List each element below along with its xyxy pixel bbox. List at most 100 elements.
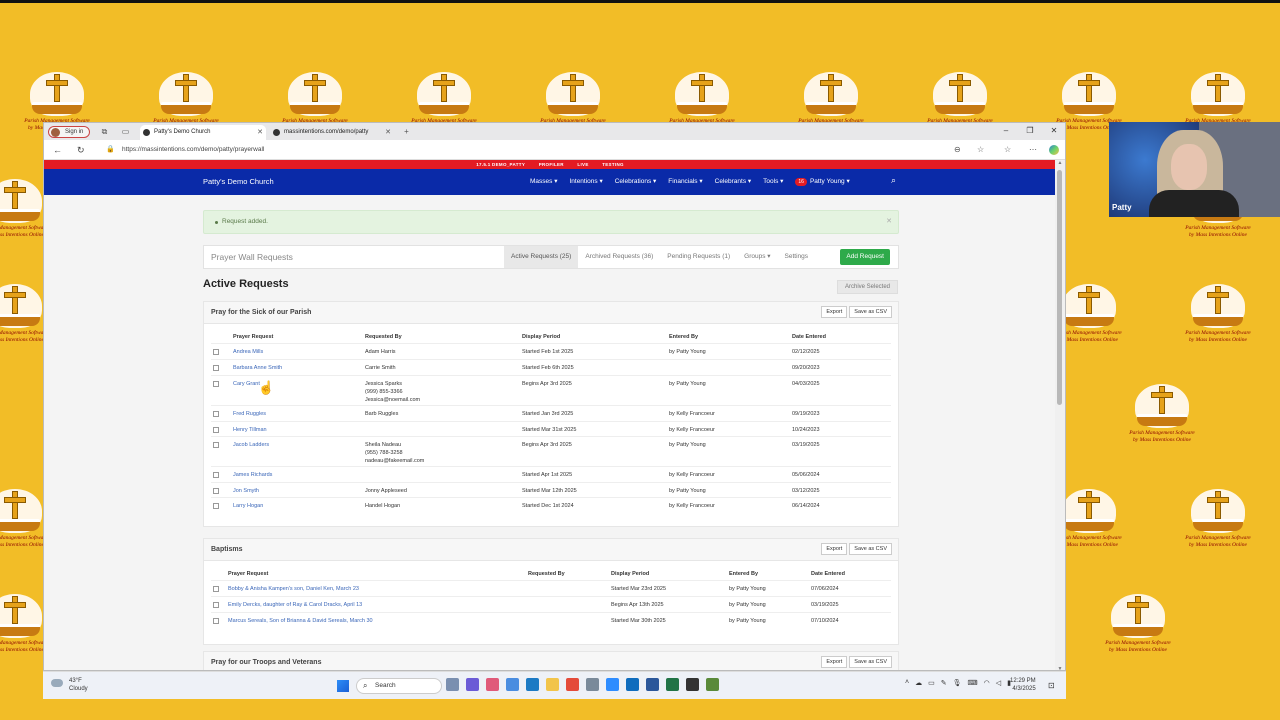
prayer-request-link[interactable]: Cary Grant <box>233 380 260 388</box>
prayer-request-link[interactable]: Jacob Ladders <box>233 441 269 449</box>
minimize-icon[interactable]: – <box>1000 125 1012 137</box>
close-tab-icon[interactable]: ✕ <box>257 125 263 140</box>
notification-icon[interactable]: ⊡ <box>1048 681 1055 690</box>
row-checkbox[interactable] <box>213 427 219 433</box>
clock[interactable]: 12:29 PM 4/3/2025 <box>1010 677 1036 693</box>
refresh-icon[interactable]: ↻ <box>77 145 85 155</box>
weather-widget[interactable]: 43°F Cloudy <box>51 677 88 693</box>
prayer-request-link[interactable]: Jon Smyth <box>233 487 259 495</box>
export-button[interactable]: Export <box>821 543 848 555</box>
tab-groups[interactable]: Groups ▾ <box>737 246 777 268</box>
menu-celebrations[interactable]: Celebrations ▾ <box>615 177 657 186</box>
tab-pending-requests[interactable]: Pending Requests (1) <box>660 246 737 268</box>
copilot-icon[interactable] <box>1049 145 1059 155</box>
file-explorer-icon[interactable] <box>546 678 559 691</box>
new-tab-icon[interactable]: + <box>402 127 411 136</box>
menu-intentions[interactable]: Intentions ▾ <box>569 177 602 186</box>
prayer-request-link[interactable]: Barbara Anne Smith <box>233 364 282 372</box>
env-live[interactable]: LIVE <box>577 162 588 167</box>
outlook-icon[interactable] <box>626 678 639 691</box>
workspaces-icon[interactable]: ⧉ <box>100 127 109 136</box>
tab-massintentions[interactable]: massintentions.com/demo/patty ✕ <box>270 125 394 140</box>
row-checkbox[interactable] <box>213 365 219 371</box>
app-icon[interactable] <box>446 678 459 691</box>
taskbar-search[interactable]: ⌕ Search <box>356 678 442 694</box>
app-icon[interactable] <box>686 678 699 691</box>
site-brand[interactable]: Patty's Demo Church <box>203 177 274 186</box>
archive-selected-button[interactable]: Archive Selected <box>837 280 898 294</box>
calculator-icon[interactable] <box>586 678 599 691</box>
more-menu-icon[interactable]: ⋯ <box>1029 145 1037 155</box>
back-icon[interactable]: ← <box>53 145 62 155</box>
edge-icon[interactable] <box>526 678 539 691</box>
row-checkbox[interactable] <box>213 618 219 624</box>
prayer-request-link[interactable]: James Richards <box>233 471 272 479</box>
device-icon[interactable]: ▭ <box>928 679 935 687</box>
row-checkbox[interactable] <box>213 381 219 387</box>
save-csv-button[interactable]: Save as CSV <box>849 543 892 555</box>
wifi-icon[interactable]: ◠ <box>984 679 990 687</box>
favorites-icon[interactable]: ☆ <box>1004 145 1011 155</box>
menu-tools[interactable]: Tools ▾ <box>763 177 783 186</box>
app-icon[interactable] <box>486 678 499 691</box>
row-checkbox[interactable] <box>213 442 219 448</box>
menu-user[interactable]: 16 Patty Young ▾ <box>795 177 850 186</box>
url-field[interactable]: https://massintentions.com/demo/patty/pr… <box>122 144 264 156</box>
scrollbar-thumb[interactable] <box>1057 170 1062 405</box>
keyboard-icon[interactable]: ⌨ <box>967 679 977 687</box>
row-checkbox[interactable] <box>213 586 219 592</box>
menu-celebrants[interactable]: Celebrants ▾ <box>715 177 752 186</box>
chevron-up-icon[interactable]: ˄ <box>905 679 909 687</box>
search-icon[interactable]: ⌕ <box>891 175 896 186</box>
close-window-icon[interactable]: ✕ <box>1048 125 1060 137</box>
menu-financials[interactable]: Financials ▾ <box>668 177 702 186</box>
env-profiler[interactable]: PROFILER <box>539 162 564 167</box>
row-checkbox[interactable] <box>213 349 219 355</box>
pen-icon[interactable]: ✎ <box>941 679 947 687</box>
export-button[interactable]: Export <box>821 306 848 318</box>
tab-actions-icon[interactable]: ▭ <box>121 127 130 136</box>
mic-icon[interactable]: 🎙 <box>953 679 962 687</box>
zoom-icon[interactable]: ⊖ <box>954 145 961 155</box>
row-checkbox[interactable] <box>213 503 219 509</box>
sign-in-button[interactable]: Sign in <box>48 126 91 138</box>
add-request-button[interactable]: Add Request <box>840 249 890 265</box>
row-checkbox[interactable] <box>213 602 219 608</box>
page-scrollbar[interactable]: ▲ ▼ <box>1055 160 1065 670</box>
row-checkbox[interactable] <box>213 472 219 478</box>
row-checkbox[interactable] <box>213 411 219 417</box>
prayer-request-link[interactable]: Henry Tillman <box>233 426 267 434</box>
lock-icon[interactable]: 🔒 <box>106 145 115 155</box>
chrome-icon[interactable] <box>566 678 579 691</box>
prayer-request-link[interactable]: Larry Hogan <box>233 502 263 510</box>
tab-settings[interactable]: Settings <box>778 246 816 268</box>
scroll-up-icon[interactable]: ▲ <box>1056 160 1064 166</box>
env-testing[interactable]: TESTING <box>602 162 624 167</box>
row-checkbox[interactable] <box>213 488 219 494</box>
app-icon[interactable] <box>506 678 519 691</box>
start-button[interactable] <box>337 680 349 692</box>
prayer-request-link[interactable]: Emily Dercks, daughter of Ray & Carol Dr… <box>228 601 362 609</box>
prayer-request-link[interactable]: Marcus Sereals, Son of Brianna & David S… <box>228 617 373 625</box>
prayer-request-link[interactable]: Bobby & Anisha Kampen's son, Daniel Ken,… <box>228 585 359 593</box>
favorite-star-icon[interactable]: ☆ <box>977 145 984 155</box>
save-csv-button[interactable]: Save as CSV <box>849 306 892 318</box>
excel-icon[interactable] <box>666 678 679 691</box>
cloud-sync-icon[interactable]: ☁ <box>915 679 922 687</box>
tab-archived-requests[interactable]: Archived Requests (36) <box>578 246 660 268</box>
save-csv-button[interactable]: Save as CSV <box>849 656 892 668</box>
close-alert-icon[interactable]: ✕ <box>886 211 892 233</box>
word-icon[interactable] <box>646 678 659 691</box>
prayer-request-link[interactable]: Andrea Mills <box>233 348 263 356</box>
tab-pattys-demo-church[interactable]: Patty's Demo Church ✕ <box>140 125 266 140</box>
export-button[interactable]: Export <box>821 656 848 668</box>
prayer-request-link[interactable]: Fred Ruggles <box>233 410 266 418</box>
close-tab-icon[interactable]: ✕ <box>385 125 391 140</box>
app-icon[interactable] <box>706 678 719 691</box>
tab-active-requests[interactable]: Active Requests (25) <box>504 246 579 268</box>
zoom-app-icon[interactable] <box>606 678 619 691</box>
volume-icon[interactable]: ◁ <box>996 679 1001 687</box>
menu-masses[interactable]: Masses ▾ <box>530 177 557 186</box>
app-icon[interactable] <box>466 678 479 691</box>
restore-icon[interactable]: ❐ <box>1024 125 1036 137</box>
